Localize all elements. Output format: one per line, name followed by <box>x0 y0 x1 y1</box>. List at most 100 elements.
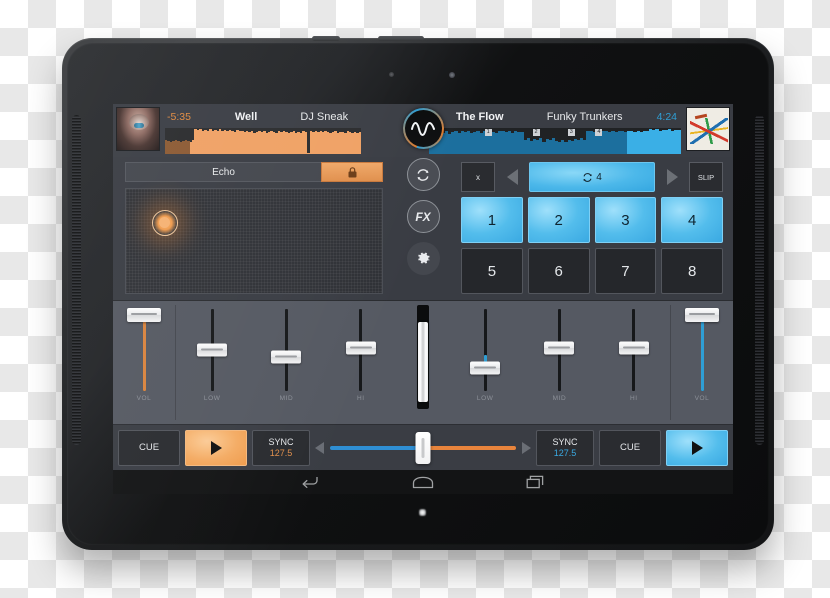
fx-xy-pad[interactable] <box>125 188 383 294</box>
fader-left-low[interactable]: LOW <box>175 301 249 424</box>
deck-left-title: Well <box>234 111 258 123</box>
app-logo-button[interactable] <box>403 108 444 149</box>
dj-app: -5:35 Well DJ Sneak The Flow Funky Trunk… <box>113 104 733 470</box>
fader-label: MID <box>552 395 567 402</box>
cue-pad-7[interactable]: 7 <box>594 248 657 294</box>
waveform-logo-icon <box>411 121 435 136</box>
back-arrow-icon[interactable] <box>300 475 320 489</box>
crossfader-right-fill <box>423 445 516 450</box>
fader-left-vol-knob[interactable] <box>127 307 161 322</box>
tablet-device: -5:35 Well DJ Sneak The Flow Funky Trunk… <box>62 36 774 550</box>
deck-right-waveform[interactable]: 1 2 3 4 <box>429 128 682 154</box>
home-icon[interactable] <box>412 476 434 489</box>
cue-pad-3[interactable]: 3 <box>594 197 657 243</box>
volume-button[interactable] <box>378 36 424 41</box>
loop-halve-button[interactable] <box>500 162 524 192</box>
waveform-cue-marker[interactable]: 2 <box>532 129 540 136</box>
speaker-grille-left <box>72 115 81 445</box>
slip-mode-button[interactable]: SLIP <box>689 162 723 192</box>
triangle-right-icon[interactable] <box>522 441 531 454</box>
deck-left-waveform[interactable] <box>165 128 362 154</box>
loop-sync-button[interactable] <box>406 158 440 191</box>
play-button-left[interactable] <box>185 429 247 466</box>
waveform-bar <box>358 132 362 154</box>
android-navigation-bar <box>113 470 733 494</box>
tablet-screen: -5:35 Well DJ Sneak The Flow Funky Trunk… <box>113 104 733 494</box>
fx-panel-left: Echo <box>113 157 391 300</box>
fx-selector-row: Echo <box>125 162 383 182</box>
sync-label-left: SYNC <box>268 437 294 447</box>
fader-right-vol-knob[interactable] <box>685 307 719 322</box>
settings-button[interactable] <box>406 242 440 275</box>
power-button[interactable] <box>312 36 340 41</box>
play-icon <box>691 440 703 455</box>
deck-right-artist: Funky Trunkers <box>546 111 623 123</box>
fx-lock-button[interactable] <box>321 162 383 182</box>
waveform-cue-marker[interactable]: 1 <box>484 129 492 136</box>
play-button-right[interactable] <box>666 429 728 466</box>
fader-knob[interactable] <box>345 341 376 355</box>
fader-left-mid[interactable]: MID <box>249 301 323 424</box>
chevron-left-icon <box>506 169 518 185</box>
fader-knob[interactable] <box>271 350 302 364</box>
fader-knob[interactable] <box>470 361 501 375</box>
loop-arrows-icon <box>417 168 429 181</box>
fader-label: HI <box>356 395 365 402</box>
fx-toggle-button[interactable]: FX <box>406 200 440 233</box>
fader-left-hi[interactable]: HI <box>324 301 398 424</box>
cue-pad-5[interactable]: 5 <box>461 248 523 294</box>
fader-right-vol[interactable]: VOL <box>671 301 733 424</box>
loop-length-button[interactable]: 4 <box>529 162 655 192</box>
waveform-cue-marker[interactable]: 3 <box>567 129 575 136</box>
transport-bar: CUE SYNC 127.5 SYNC 127.5 CUE <box>113 424 733 470</box>
triangle-left-icon[interactable] <box>315 441 324 454</box>
fader-right-mid[interactable]: MID <box>522 301 596 424</box>
sync-button-right[interactable]: SYNC 127.5 <box>536 429 594 466</box>
deck-right-header: The Flow Funky Trunkers 4:24 1234 <box>427 104 683 154</box>
fx-xy-touchpoint[interactable] <box>151 209 178 236</box>
status-led <box>419 509 426 516</box>
eq-left-group: LOW MID HI <box>175 301 398 424</box>
channel-fader-knob[interactable] <box>418 321 428 402</box>
fader-knob[interactable] <box>544 341 575 355</box>
cue-pad-6[interactable]: 6 <box>527 248 590 294</box>
cue-button-left[interactable]: CUE <box>118 429 180 466</box>
light-sensor-icon <box>389 72 394 77</box>
cue-pad-2[interactable]: 2 <box>527 197 590 243</box>
fader-label: HI <box>629 395 638 402</box>
fader-label: MID <box>279 395 294 402</box>
pad-panel-right: x 4 SLIP 1 2 3 4 5 6 7 8 <box>455 157 733 300</box>
channel-fader-track[interactable] <box>417 305 429 409</box>
decks-area: -5:35 Well DJ Sneak The Flow Funky Trunk… <box>113 104 733 300</box>
mixer-right: LOW MID HI VOL <box>448 301 733 424</box>
gear-icon <box>417 252 430 264</box>
loop-double-button[interactable] <box>660 162 684 192</box>
loop-icon <box>583 172 592 182</box>
loop-exit-button[interactable]: x <box>461 162 495 192</box>
cue-button-right[interactable]: CUE <box>599 429 661 466</box>
deck-left-time: -5:35 <box>167 111 191 123</box>
eq-right-group: LOW MID HI <box>448 301 671 424</box>
recent-apps-icon[interactable] <box>526 475 546 489</box>
fader-knob[interactable] <box>197 343 228 357</box>
fader-right-low[interactable]: LOW <box>448 301 522 424</box>
deck-left-artist: DJ Sneak <box>300 111 349 123</box>
fader-knob[interactable] <box>618 341 649 355</box>
cue-pad-4[interactable]: 4 <box>661 197 723 243</box>
mixer-left: VOL LOW MID HI <box>113 301 398 424</box>
album-art-left[interactable] <box>116 107 160 151</box>
lock-icon <box>348 166 356 177</box>
album-art-right[interactable] <box>686 107 731 151</box>
cue-pad-8[interactable]: 8 <box>661 248 723 294</box>
crossfader-track[interactable] <box>330 431 516 464</box>
crossfader-knob[interactable] <box>415 431 431 464</box>
fx-name-button[interactable]: Echo <box>125 162 321 182</box>
center-control-column: FX <box>391 104 455 300</box>
sync-button-left[interactable]: SYNC 127.5 <box>252 429 310 466</box>
cue-pad-1[interactable]: 1 <box>461 197 523 243</box>
channel-fader[interactable] <box>398 301 448 424</box>
waveform-cue-marker[interactable]: 4 <box>595 129 603 136</box>
fader-right-hi[interactable]: HI <box>597 301 671 424</box>
bpm-value-left: 127.5 <box>269 448 293 458</box>
fader-left-vol[interactable]: VOL <box>113 301 175 424</box>
